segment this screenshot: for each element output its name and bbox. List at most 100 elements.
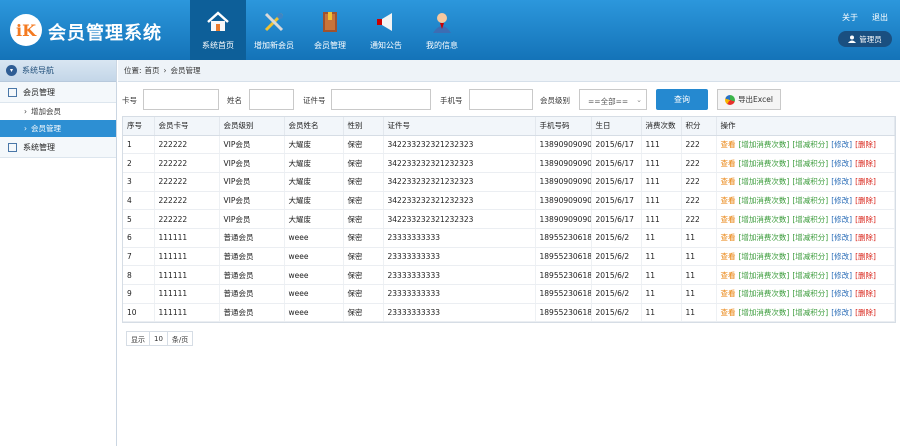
view-link[interactable]: 查看 [721,177,736,186]
book-icon [323,12,337,32]
phone-input[interactable] [469,89,533,110]
view-link[interactable]: 查看 [721,215,736,224]
add-points-link[interactable]: [增减积分] [792,252,828,261]
delete-link[interactable]: [删除] [855,215,876,224]
delete-link[interactable]: [删除] [855,196,876,205]
level-select[interactable]: ==全部== ⌄ [579,89,647,110]
export-excel-button[interactable]: 导出Excel [717,89,781,110]
table-cell: 342233232321232323 [383,191,536,211]
view-link[interactable]: 查看 [721,196,736,205]
col-header: 证件号 [383,117,536,136]
nav-item-home[interactable]: 系统首页 [190,0,246,60]
sidebar-group-system[interactable]: 系统管理 [0,137,116,158]
add-points-link[interactable]: [增减积分] [792,196,828,205]
header-links: 关于 退出 [842,12,888,23]
edit-link[interactable]: [修改] [831,140,852,149]
nav-item-my-info[interactable]: 我的信息 [414,0,470,60]
table-cell: 23333333333 [383,228,536,248]
sidebar-group-member[interactable]: 会员管理 [0,82,116,103]
tools-icon [264,12,284,32]
logout-link[interactable]: 退出 [872,12,888,23]
admin-badge[interactable]: 管理员 [838,31,892,47]
view-link[interactable]: 查看 [721,159,736,168]
add-times-link[interactable]: [增加消费次数] [739,252,790,261]
sidebar-header: ▾ 系统导航 [0,60,116,82]
table-row: 8 111111 普通会员 weee 保密 23333333333 18955230618 2… [123,265,895,285]
page-size-input[interactable]: 10 [150,332,168,345]
sidebar-item-member-manage[interactable]: › 会员管理 [0,120,116,137]
app-header: iK 会员管理系统 系统首页 增加新会员 会员管理 通知公告 我的信息 关于 退… [0,0,900,60]
table-cell: 18955230618 [535,303,592,323]
id-input[interactable] [331,89,431,110]
add-times-link[interactable]: [增加消费次数] [739,159,790,168]
view-link[interactable]: 查看 [721,233,736,242]
add-times-link[interactable]: [增加消费次数] [739,215,790,224]
about-link[interactable]: 关于 [842,12,858,23]
edit-link[interactable]: [修改] [831,252,852,261]
delete-link[interactable]: [删除] [855,233,876,242]
add-points-link[interactable]: [增减积分] [792,233,828,242]
table-cell: 222 [681,209,717,229]
table-header-row: 序号 会员卡号 会员级别 会员姓名 性别 证件号 手机号码 生日 消费次数 积分… [123,117,895,136]
nav-item-add-member[interactable]: 增加新会员 [246,0,302,60]
nav-item-member-manage[interactable]: 会员管理 [302,0,358,60]
pager: 显示 10 条/页 [126,331,194,346]
delete-link[interactable]: [删除] [855,289,876,298]
name-input[interactable] [249,89,294,110]
edit-link[interactable]: [修改] [831,233,852,242]
table-cell: 普通会员 [219,303,285,323]
grid-icon [8,87,17,97]
edit-link[interactable]: [修改] [831,289,852,298]
add-times-link[interactable]: [增加消费次数] [739,233,790,242]
view-link[interactable]: 查看 [721,289,736,298]
table-cell: 342233232321232323 [383,153,536,173]
top-nav: 系统首页 增加新会员 会员管理 通知公告 我的信息 [190,0,470,60]
delete-link[interactable]: [删除] [855,140,876,149]
card-input[interactable] [143,89,219,110]
view-link[interactable]: 查看 [721,308,736,317]
delete-link[interactable]: [删除] [855,271,876,280]
delete-link[interactable]: [删除] [855,308,876,317]
delete-link[interactable]: [删除] [855,177,876,186]
add-times-link[interactable]: [增加消费次数] [739,289,790,298]
table-cell: VIP会员 [219,209,285,229]
edit-link[interactable]: [修改] [831,271,852,280]
breadcrumb: 位置: 首页 › 会员管理 [118,60,900,82]
table-cell: 保密 [343,209,384,229]
add-points-link[interactable]: [增减积分] [792,289,828,298]
edit-link[interactable]: [修改] [831,177,852,186]
phone-label: 手机号 [440,96,463,105]
query-button[interactable]: 查询 [656,89,708,110]
app-title: 会员管理系统 [48,23,162,44]
table-cell: 222 [681,191,717,211]
table-cell: 2015/6/17 [591,153,642,173]
sidebar-item-add-member[interactable]: › 增加会员 [0,103,116,120]
add-points-link[interactable]: [增减积分] [792,159,828,168]
view-link[interactable]: 查看 [721,140,736,149]
nav-item-notice[interactable]: 通知公告 [358,0,414,60]
edit-link[interactable]: [修改] [831,308,852,317]
add-times-link[interactable]: [增加消费次数] [739,271,790,280]
edit-link[interactable]: [修改] [831,196,852,205]
add-times-link[interactable]: [增加消费次数] [739,177,790,186]
delete-link[interactable]: [删除] [855,159,876,168]
add-points-link[interactable]: [增减积分] [792,308,828,317]
add-points-link[interactable]: [增减积分] [792,140,828,149]
add-times-link[interactable]: [增加消费次数] [739,140,790,149]
edit-link[interactable]: [修改] [831,215,852,224]
breadcrumb-home[interactable]: 首页 [145,65,160,76]
table-row: 2 222222 VIP会员 大耀废 保密 342233232321232323 13890… [123,153,895,173]
table-cell: 222222 [154,209,220,229]
edit-link[interactable]: [修改] [831,159,852,168]
add-times-link[interactable]: [增加消费次数] [739,196,790,205]
add-points-link[interactable]: [增减积分] [792,215,828,224]
view-link[interactable]: 查看 [721,271,736,280]
delete-link[interactable]: [删除] [855,252,876,261]
view-link[interactable]: 查看 [721,252,736,261]
level-select-value: ==全部== [588,97,629,106]
add-points-link[interactable]: [增减积分] [792,271,828,280]
add-points-link[interactable]: [增减积分] [792,177,828,186]
add-times-link[interactable]: [增加消费次数] [739,308,790,317]
table-cell: 222222 [154,153,220,173]
table-cell: 222 [681,172,717,192]
